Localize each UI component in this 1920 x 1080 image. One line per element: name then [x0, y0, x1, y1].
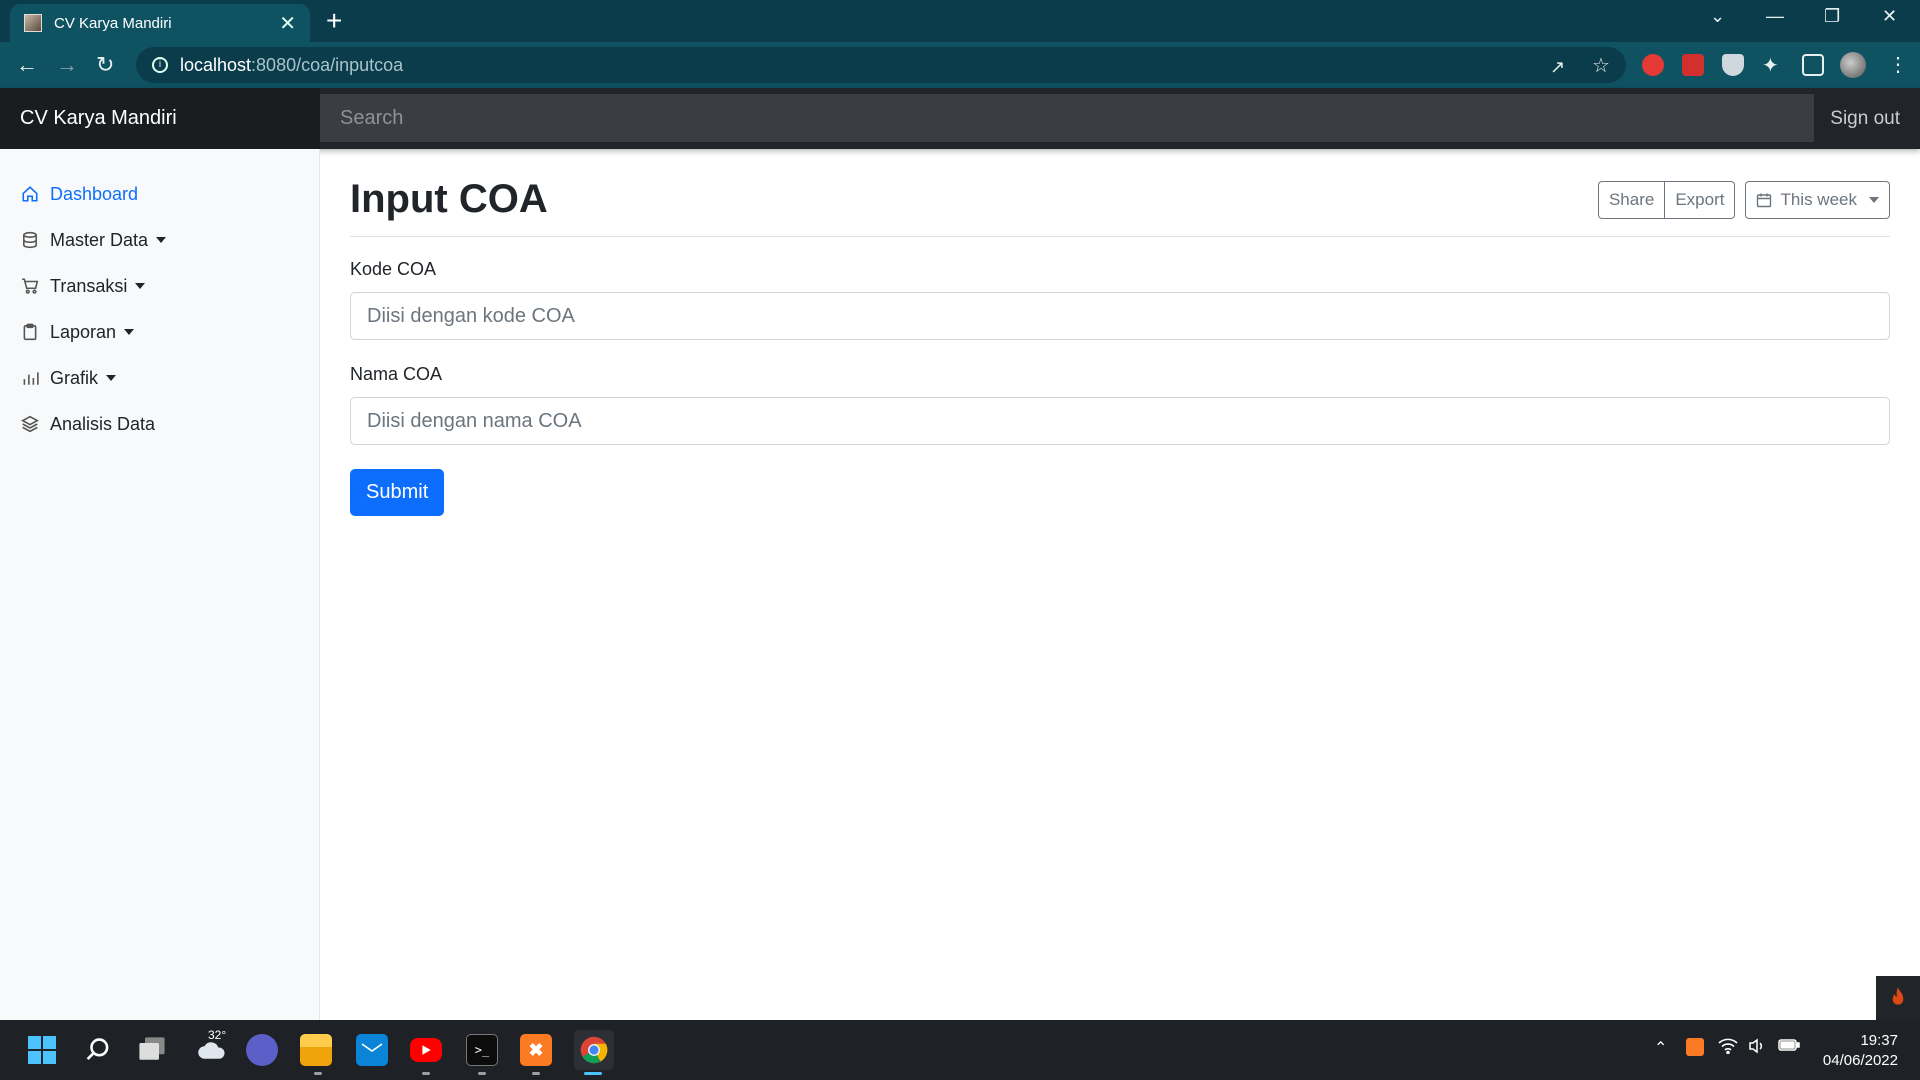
forward-icon[interactable]: →	[56, 52, 78, 78]
adblock-extension-icon[interactable]	[1642, 54, 1664, 76]
clock-time: 19:37	[1860, 1032, 1898, 1049]
search-input[interactable]	[320, 94, 1814, 142]
share-button[interactable]: Share	[1597, 180, 1666, 219]
minimize-icon[interactable]: —	[1766, 6, 1784, 27]
sidebar-item-master-data[interactable]: Master Data	[0, 217, 319, 263]
brand-name[interactable]: CV Karya Mandiri	[0, 88, 320, 149]
clipboard-icon	[20, 322, 40, 342]
sidebar: Dashboard Master Data Transaksi Laporan …	[0, 149, 320, 1020]
period-dropdown-button[interactable]: This week	[1745, 180, 1890, 219]
sidebar-item-dashboard[interactable]: Dashboard	[0, 171, 319, 217]
cart-icon	[20, 276, 40, 296]
sidebar-item-label: Laporan	[50, 321, 117, 342]
xampp-icon[interactable]: ✖	[520, 1034, 552, 1066]
sidebar-item-label: Dashboard	[50, 183, 139, 204]
close-window-icon[interactable]: ✕	[1882, 6, 1897, 27]
period-label: This week	[1780, 189, 1857, 209]
database-icon	[20, 230, 40, 250]
url-path: :8080/coa/inputcoa	[251, 54, 404, 75]
caret-down-icon	[135, 283, 146, 289]
caret-down-icon	[156, 237, 167, 243]
debug-toolbar-flame-icon[interactable]	[1876, 976, 1920, 1020]
running-indicator	[478, 1072, 486, 1075]
chrome-icon[interactable]	[574, 1030, 614, 1070]
export-button[interactable]: Export	[1665, 180, 1736, 219]
weather-temperature: 32°	[208, 1028, 227, 1042]
coa-form: Kode COA Nama COA Submit	[350, 259, 1890, 516]
nama-coa-input[interactable]	[350, 397, 1890, 445]
browser-tab[interactable]: CV Karya Mandiri ✕	[10, 4, 310, 42]
main-content: Input COA Share Export This week Kode CO…	[350, 149, 1890, 516]
shield-extension-icon[interactable]	[1722, 54, 1744, 76]
new-tab-button[interactable]: +	[326, 6, 342, 36]
clock-date: 04/06/2022	[1822, 1052, 1898, 1069]
weather-widget[interactable]: 32°	[190, 1028, 234, 1066]
profile-avatar[interactable]	[1840, 52, 1866, 78]
calendar-icon	[1757, 193, 1772, 207]
caret-down-icon	[1869, 196, 1879, 203]
sidebar-item-grafik[interactable]: Grafik	[0, 355, 319, 401]
running-indicator	[422, 1072, 430, 1075]
mail-icon[interactable]	[356, 1034, 388, 1066]
tab-close-icon[interactable]: ✕	[279, 11, 296, 36]
sidebar-item-label: Grafik	[50, 367, 99, 388]
sidebar-item-label: Master Data	[50, 229, 149, 250]
sign-out-link[interactable]: Sign out	[1830, 88, 1900, 149]
app-navbar: CV Karya Mandiri Sign out	[0, 88, 1920, 149]
address-bar[interactable]: i localhost:8080/coa/inputcoa	[136, 47, 1626, 83]
windows-start-icon[interactable]	[26, 1034, 58, 1066]
windows-taskbar: 32° >_ ✖ ⌃ 19:37 04/06/2022	[0, 1020, 1920, 1080]
bar-chart-icon	[20, 368, 40, 388]
caret-down-icon	[124, 329, 135, 335]
active-indicator	[584, 1072, 602, 1075]
sidebar-item-label: Transaksi	[50, 275, 128, 296]
submit-button[interactable]: Submit	[350, 469, 445, 516]
caret-down-icon	[106, 375, 117, 381]
share-page-icon[interactable]: ↗	[1550, 54, 1565, 80]
kode-coa-input[interactable]	[350, 292, 1890, 340]
tab-search-icon[interactable]: ⌄	[1710, 6, 1725, 27]
url-host: localhost	[180, 54, 252, 75]
terminal-icon[interactable]: >_	[466, 1034, 498, 1066]
page-header: Input COA Share Export This week	[350, 149, 1890, 237]
mendeley-extension-icon[interactable]	[1682, 54, 1704, 76]
system-clock[interactable]: 19:37 04/06/2022	[1823, 1031, 1898, 1071]
layers-icon	[20, 414, 40, 434]
restore-icon[interactable]: ❐	[1824, 6, 1840, 27]
file-explorer-icon[interactable]	[300, 1034, 332, 1066]
teams-chat-icon[interactable]	[246, 1034, 278, 1066]
reload-icon[interactable]: ↻	[96, 52, 114, 78]
battery-icon[interactable]	[1778, 1038, 1800, 1057]
share-export-group: Share Export	[1597, 180, 1736, 219]
sidebar-item-label: Analisis Data	[50, 413, 156, 434]
site-info-icon[interactable]: i	[152, 57, 168, 73]
sidebar-item-transaksi[interactable]: Transaksi	[0, 263, 319, 309]
extensions-puzzle-icon[interactable]: ✦	[1762, 53, 1779, 79]
sidebar-item-analisis-data[interactable]: Analisis Data	[0, 401, 319, 447]
page-title: Input COA	[350, 177, 548, 221]
sidebar-item-laporan[interactable]: Laporan	[0, 309, 319, 355]
wifi-icon[interactable]	[1718, 1038, 1738, 1059]
browser-menu-icon[interactable]: ⋮	[1888, 52, 1908, 78]
volume-icon[interactable]	[1748, 1038, 1766, 1059]
kode-coa-label: Kode COA	[350, 259, 437, 279]
browser-toolbar: ← → ↻ i localhost:8080/coa/inputcoa ↗ ☆ …	[0, 42, 1920, 88]
task-view-icon[interactable]	[136, 1034, 168, 1066]
browser-tabstrip: CV Karya Mandiri ✕ + ⌄ — ❐ ✕	[0, 0, 1920, 42]
tab-title: CV Karya Mandiri	[54, 14, 172, 32]
side-panel-icon[interactable]	[1802, 54, 1824, 76]
running-indicator	[532, 1072, 540, 1075]
running-indicator	[314, 1072, 322, 1075]
nama-coa-label: Nama COA	[350, 364, 443, 384]
search-icon[interactable]	[82, 1034, 114, 1066]
back-icon[interactable]: ←	[16, 52, 38, 78]
header-actions: Share Export This week	[1597, 180, 1890, 219]
home-icon	[20, 184, 40, 204]
show-hidden-icons-icon[interactable]: ⌃	[1654, 1038, 1667, 1058]
bookmark-star-icon[interactable]: ☆	[1592, 53, 1610, 79]
xampp-tray-icon[interactable]	[1686, 1038, 1704, 1056]
youtube-icon[interactable]	[410, 1038, 442, 1062]
favicon-icon	[24, 14, 42, 32]
